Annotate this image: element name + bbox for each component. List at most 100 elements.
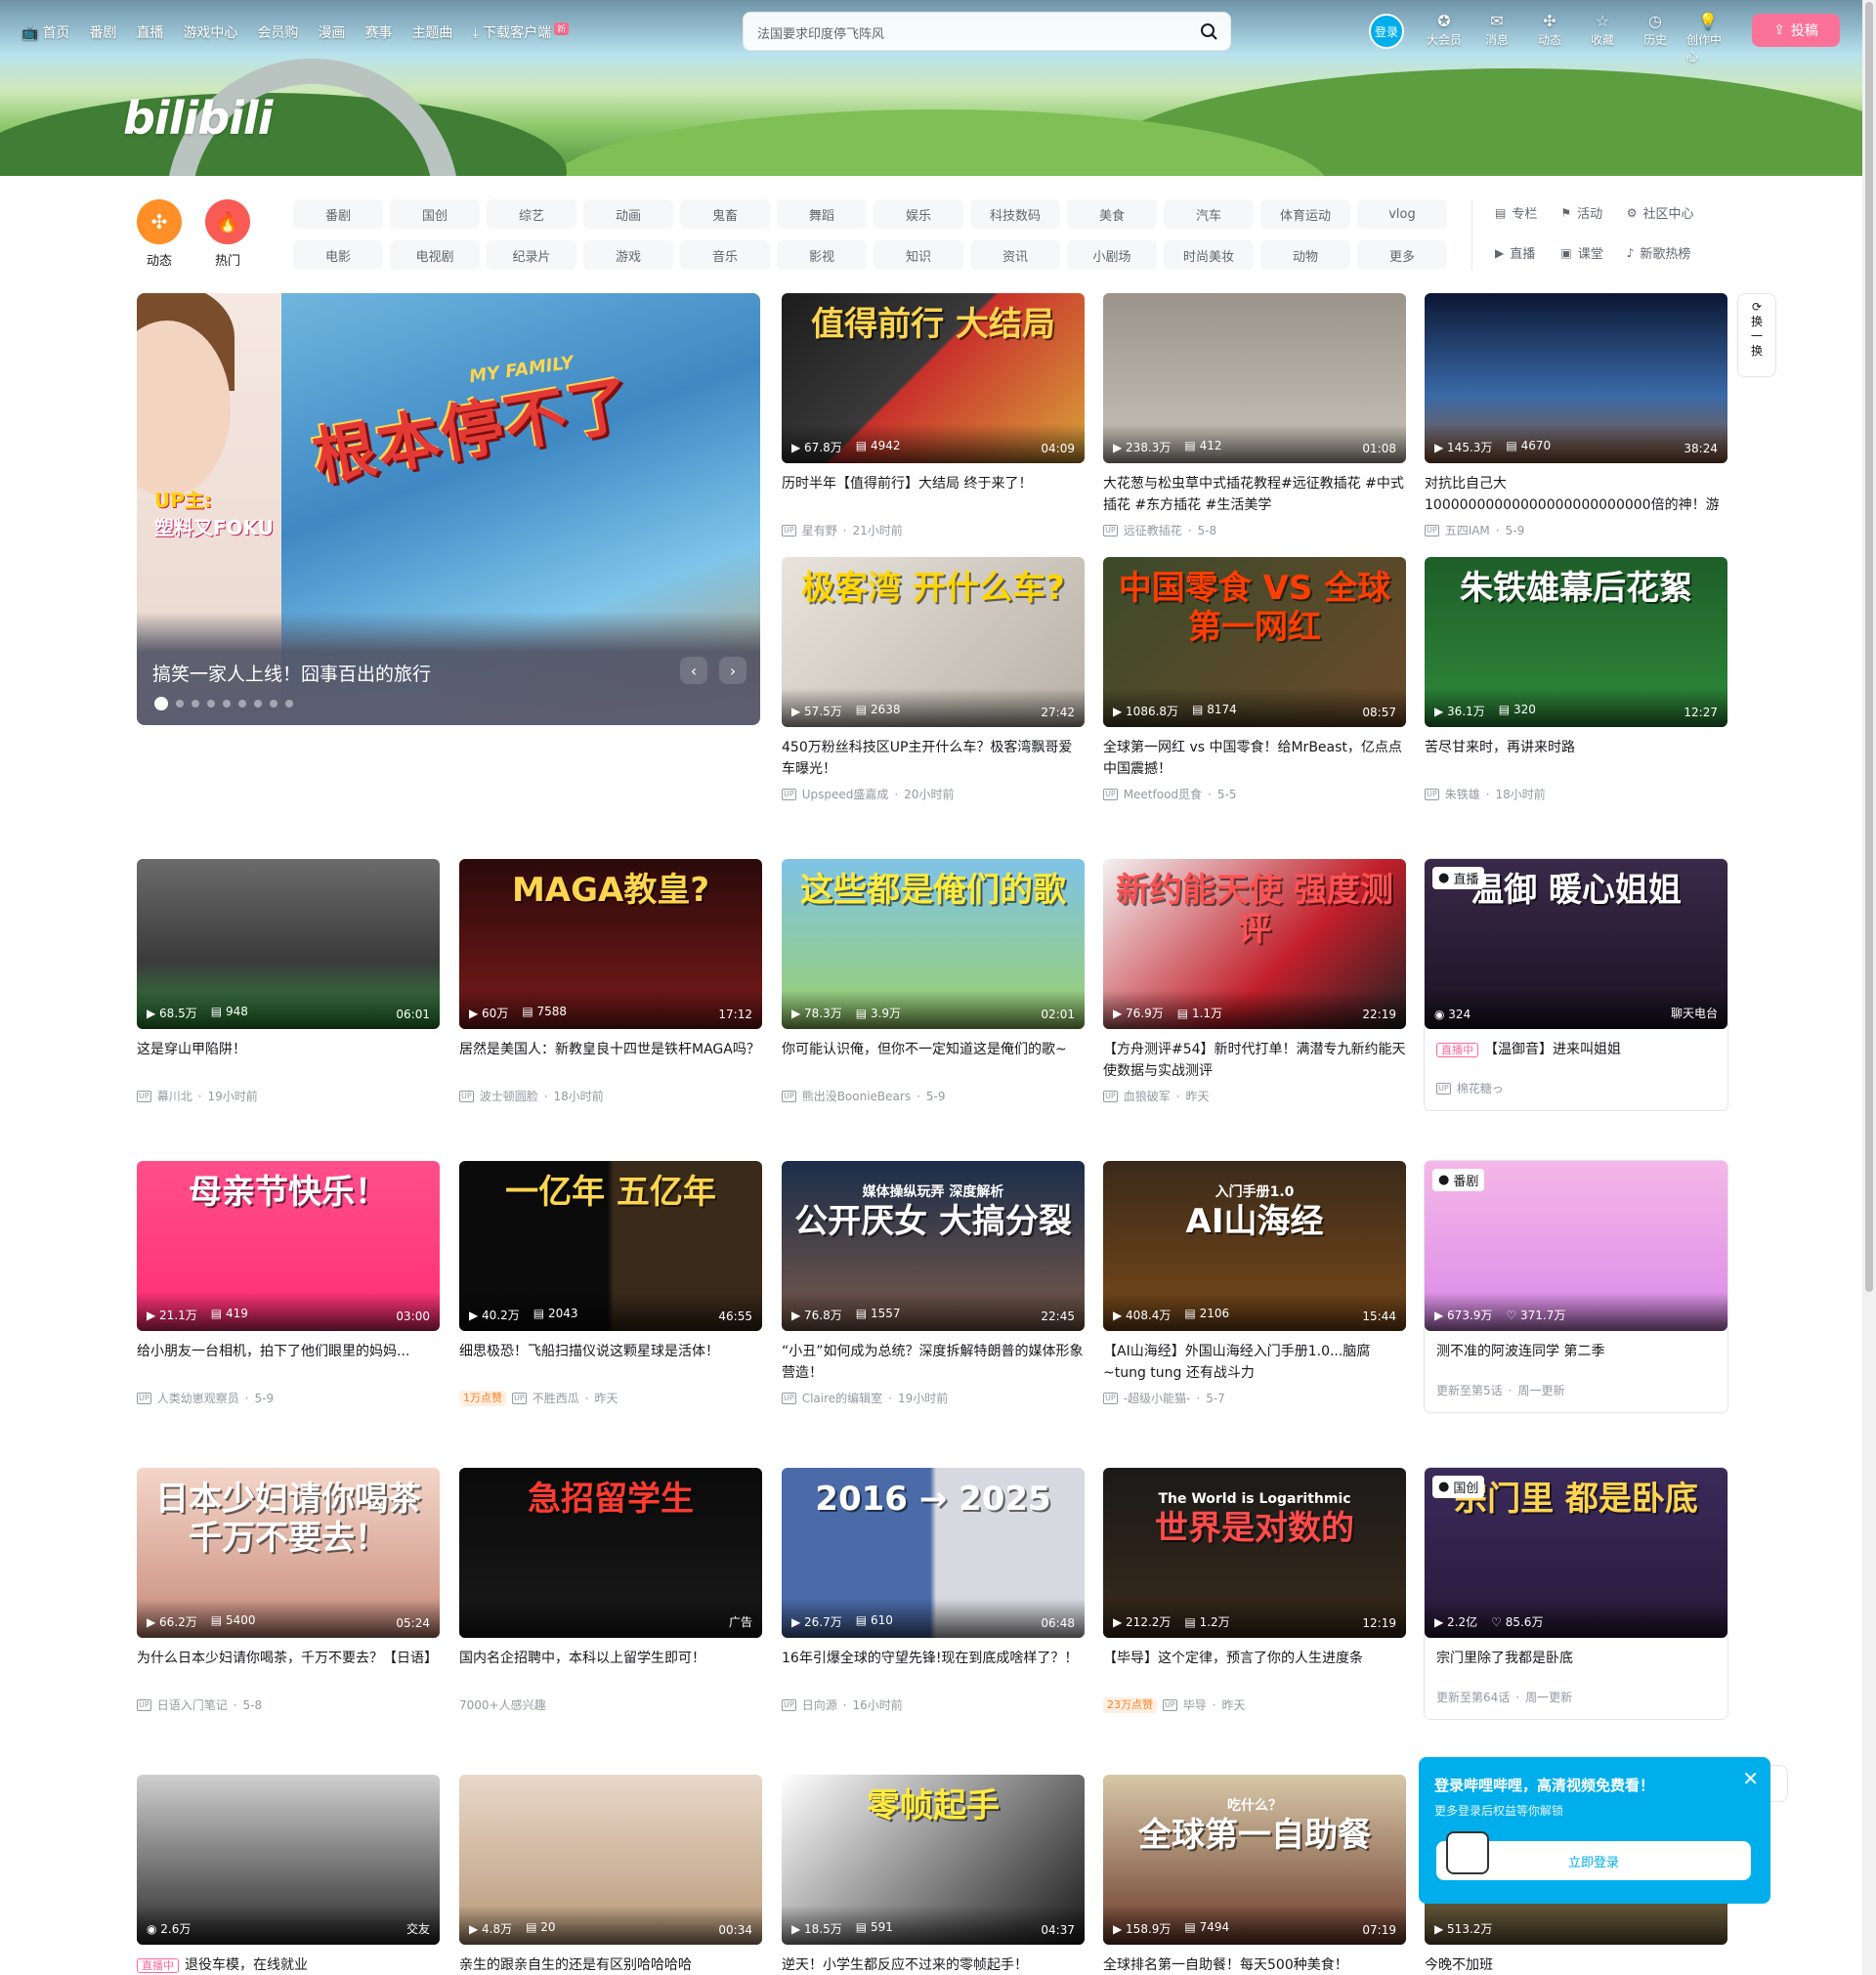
channel-hot[interactable]: 🔥 热门 <box>205 199 250 269</box>
nav-item-download[interactable]: ⤓ 下载客户端新 <box>472 22 570 42</box>
video-thumbnail[interactable]: 温御 暖心姐姐 ◉ 324 聊天电台 ● 直播 <box>1425 859 1727 1029</box>
video-thumbnail[interactable]: ▶ 68.5万 ▤ 948 06:01 <box>137 859 440 1029</box>
channel-chip[interactable]: 汽车 <box>1164 199 1254 229</box>
up-name[interactable]: 幕川北 <box>157 1088 192 1104</box>
scrollbar-thumb[interactable] <box>1865 2 1873 1292</box>
video-title[interactable]: 全球排名第一自助餐！每天500种美食！ <box>1103 1954 1406 1975</box>
channel-chip[interactable]: 综艺 <box>487 199 576 229</box>
video-thumbnail[interactable]: 值得前行 大结局 ▶ 67.8万 ▤ 4942 04:09 <box>782 293 1085 463</box>
video-thumbnail[interactable]: 入门手册1.0 AI山海经 ▶ 408.4万 ▤ 2106 15:44 <box>1103 1161 1406 1331</box>
channel-activity[interactable]: ⚑ 活动 <box>1560 203 1602 223</box>
channel-chip[interactable]: 时尚美妆 <box>1164 240 1254 270</box>
bilibili-logo[interactable]: bilibili <box>123 92 273 145</box>
message-button[interactable]: ✉ 消息 <box>1475 12 1518 64</box>
video-title[interactable]: 今晚不加班 <box>1425 1954 1727 1975</box>
video-thumbnail[interactable]: 中国零食 VS 全球第一网红 ▶ 1086.8万 ▤ 8174 08:57 <box>1103 557 1406 727</box>
scrollbar[interactable] <box>1862 0 1876 1975</box>
video-thumbnail[interactable]: 宗门里 都是卧底 ▶ 2.2亿 ♡ 85.6万 ● 国创 <box>1425 1468 1727 1638</box>
video-thumbnail[interactable]: MAGA教皇? ▶ 60万 ▤ 7588 17:12 <box>459 859 762 1029</box>
video-card[interactable]: 中国零食 VS 全球第一网红 ▶ 1086.8万 ▤ 8174 08:57 全球第一网红… <box>1103 557 1406 802</box>
hero-dot[interactable] <box>254 700 262 708</box>
up-name[interactable]: 毕导 <box>1183 1696 1207 1713</box>
video-card[interactable]: 母亲节快乐！ ▶ 21.1万 ▤ 419 03:00 给小朋友一台相机，拍下了他们眼里的… <box>137 1161 440 1406</box>
video-card[interactable]: ▶ 4.8万 ▤ 20 00:34 亲生的跟亲自生的还是有区别哈哈哈哈 <box>459 1775 762 1975</box>
refresh-button[interactable]: ⟳ 换 一 换 <box>1737 293 1776 377</box>
up-name[interactable]: Upspeed盛嘉成 <box>802 786 889 802</box>
channel-chip[interactable]: 电影 <box>293 240 383 270</box>
up-name[interactable]: 朱铁雄 <box>1445 786 1480 802</box>
video-thumbnail[interactable]: 极客湾 开什么车? ▶ 57.5万 ▤ 2638 27:42 <box>782 557 1085 727</box>
video-title[interactable]: 苦尽甘来时，再讲来时路 <box>1425 737 1727 780</box>
video-card[interactable]: 朱铁雄幕后花絮 ▶ 36.1万 ▤ 320 12:27 苦尽甘来时，再讲来时路 UP 朱铁雄… <box>1425 557 1727 802</box>
video-title[interactable]: 【毕导】这个定律，预言了你的人生进度条 <box>1103 1648 1406 1691</box>
video-title[interactable]: 历时半年【值得前行】大结局 终于来了！ <box>782 473 1085 516</box>
video-thumbnail[interactable]: 这些都是俺们的歌 ▶ 78.3万 ▤ 3.9万 02:01 <box>782 859 1085 1029</box>
hero-dot[interactable] <box>207 700 215 708</box>
channel-chip[interactable]: 电视剧 <box>390 240 480 270</box>
video-card[interactable]: 宗门里 都是卧底 ▶ 2.2亿 ♡ 85.6万 ● 国创 宗门里除了我都是卧底 更新至第64… <box>1425 1468 1727 1719</box>
nav-item-game[interactable]: 游戏中心 <box>183 22 237 42</box>
nav-item-live[interactable]: 直播 <box>136 22 163 42</box>
video-card[interactable]: 一亿年 五亿年 ▶ 40.2万 ▤ 2043 46:55 细思极恐！飞船扫描仪说这颗星球… <box>459 1161 762 1406</box>
video-thumbnail[interactable]: 零帧起手 ▶ 18.5万 ▤ 591 04:37 <box>782 1775 1085 1945</box>
video-title[interactable]: 你可能认识俺，但你不一定知道这是俺们的歌~ <box>782 1039 1085 1082</box>
dynamic-button[interactable]: ✣ 动态 <box>1528 12 1571 64</box>
video-card[interactable]: 值得前行 大结局 ▶ 67.8万 ▤ 4942 04:09 历时半年【值得前行】大结局 … <box>782 293 1085 538</box>
video-card[interactable]: ◉ 2.6万 交友 直播中 退役车模，在线就业 <box>137 1775 440 1975</box>
video-thumbnail[interactable]: ▶ 238.3万 ▤ 412 01:08 <box>1103 293 1406 463</box>
close-icon[interactable]: ✕ <box>1742 1767 1759 1790</box>
video-title[interactable]: 这是穿山甲陷阱！ <box>137 1039 440 1082</box>
channel-chip[interactable]: 音乐 <box>680 240 770 270</box>
video-card[interactable]: 零帧起手 ▶ 18.5万 ▤ 591 04:37 逆天！小学生都反应不过来的零帧起手！ <box>782 1775 1085 1975</box>
hero-dot[interactable] <box>285 700 293 708</box>
channel-chip[interactable]: 更多 <box>1357 240 1447 270</box>
video-thumbnail[interactable]: 媒体操纵玩弄 深度解析 公开厌女 大搞分裂 ▶ 76.8万 ▤ 1557 22:45 <box>782 1161 1085 1331</box>
nav-item-manga[interactable]: 漫画 <box>318 22 345 42</box>
nav-item-theme[interactable]: 主题曲 <box>411 22 452 42</box>
creator-button[interactable]: 💡 创作中心 <box>1686 12 1729 64</box>
video-thumbnail[interactable]: 新约能天使 强度测评 ▶ 76.9万 ▤ 1.1万 22:19 <box>1103 859 1406 1029</box>
channel-chip[interactable]: 资讯 <box>970 240 1060 270</box>
channel-chip[interactable]: 国创 <box>390 199 480 229</box>
channel-chip[interactable]: vlog <box>1357 199 1447 229</box>
video-title[interactable]: “小丑”如何成为总统？深度拆解特朗普的媒体形象营造！ <box>782 1341 1085 1384</box>
video-thumbnail[interactable]: ▶ 673.9万 ♡ 371.7万 ● 番剧 <box>1425 1161 1727 1331</box>
hero-title[interactable]: 搞笑一家人上线！囧事百出的旅行 <box>152 660 431 686</box>
video-thumbnail[interactable]: ◉ 2.6万 交友 <box>137 1775 440 1945</box>
up-name[interactable]: 日语入门笔记 <box>157 1696 228 1713</box>
video-thumbnail[interactable]: The World is Logarithmic 世界是对数的 ▶ 212.2万 ▤ … <box>1103 1468 1406 1638</box>
channel-chip[interactable]: 鬼畜 <box>680 199 770 229</box>
channel-chip[interactable]: 影视 <box>777 240 867 270</box>
up-name[interactable]: Meetfood觅食 <box>1124 786 1202 802</box>
video-thumbnail[interactable]: ▶ 145.3万 ▤ 4670 38:24 <box>1425 293 1727 463</box>
video-title[interactable]: 大花葱与松虫草中式插花教程#远征教插花 #中式插花 #东方插花 #生活美学 <box>1103 473 1406 516</box>
channel-chip[interactable]: 舞蹈 <box>777 199 867 229</box>
video-thumbnail[interactable]: 朱铁雄幕后花絮 ▶ 36.1万 ▤ 320 12:27 <box>1425 557 1727 727</box>
channel-community[interactable]: ⚙ 社区中心 <box>1627 203 1694 223</box>
channel-chip[interactable]: 游戏 <box>583 240 673 270</box>
video-card[interactable]: ▶ 238.3万 ▤ 412 01:08 大花葱与松虫草中式插花教程#远征教插花 #中… <box>1103 293 1406 538</box>
hero-dot[interactable] <box>223 700 231 708</box>
nav-item-match[interactable]: 赛事 <box>364 22 392 42</box>
video-title[interactable]: 450万粉丝科技区UP主开什么车？极客湾飘哥爱车曝光！ <box>782 737 1085 780</box>
channel-course[interactable]: ▣ 课堂 <box>1560 243 1602 263</box>
video-title[interactable]: 对抗比自己大10000000000000000000000000倍的神！游戏史上… <box>1425 473 1727 516</box>
video-card[interactable]: 新约能天使 强度测评 ▶ 76.9万 ▤ 1.1万 22:19 【方舟测评#54】新时代… <box>1103 859 1406 1104</box>
login-avatar[interactable]: 登录 <box>1369 14 1404 49</box>
favorite-button[interactable]: ☆ 收藏 <box>1581 12 1624 64</box>
video-thumbnail[interactable]: 急招留学生 广告 <box>459 1468 762 1638</box>
channel-chip[interactable]: 科技数码 <box>970 199 1060 229</box>
video-title[interactable]: 为什么日本少妇请你喝茶，千万不要去？【日语】 <box>137 1648 440 1691</box>
up-name[interactable]: -超级小能猫- <box>1124 1390 1191 1406</box>
channel-article[interactable]: ▤ 专栏 <box>1495 203 1537 223</box>
channel-chip[interactable]: 动物 <box>1260 240 1350 270</box>
video-card[interactable]: 温御 暖心姐姐 ◉ 324 聊天电台 ● 直播 直播中 【温御音】进来叫姐姐 UP 棉花糖っ <box>1425 859 1727 1110</box>
channel-chip[interactable]: 番剧 <box>293 199 383 229</box>
video-title[interactable]: 宗门里除了我都是卧底 <box>1425 1648 1727 1669</box>
hero-dot[interactable] <box>238 700 246 708</box>
hero-dot[interactable] <box>176 700 184 708</box>
video-card[interactable]: ▶ 68.5万 ▤ 948 06:01 这是穿山甲陷阱！ UP 幕川北 · 19小时前 <box>137 859 440 1104</box>
video-title[interactable]: 居然是美国人：新教皇良十四世是铁杆MAGA吗？ <box>459 1039 762 1082</box>
hero-dot[interactable] <box>192 700 199 708</box>
search-bar[interactable]: 法国要求印度停飞阵风 <box>743 12 1231 51</box>
